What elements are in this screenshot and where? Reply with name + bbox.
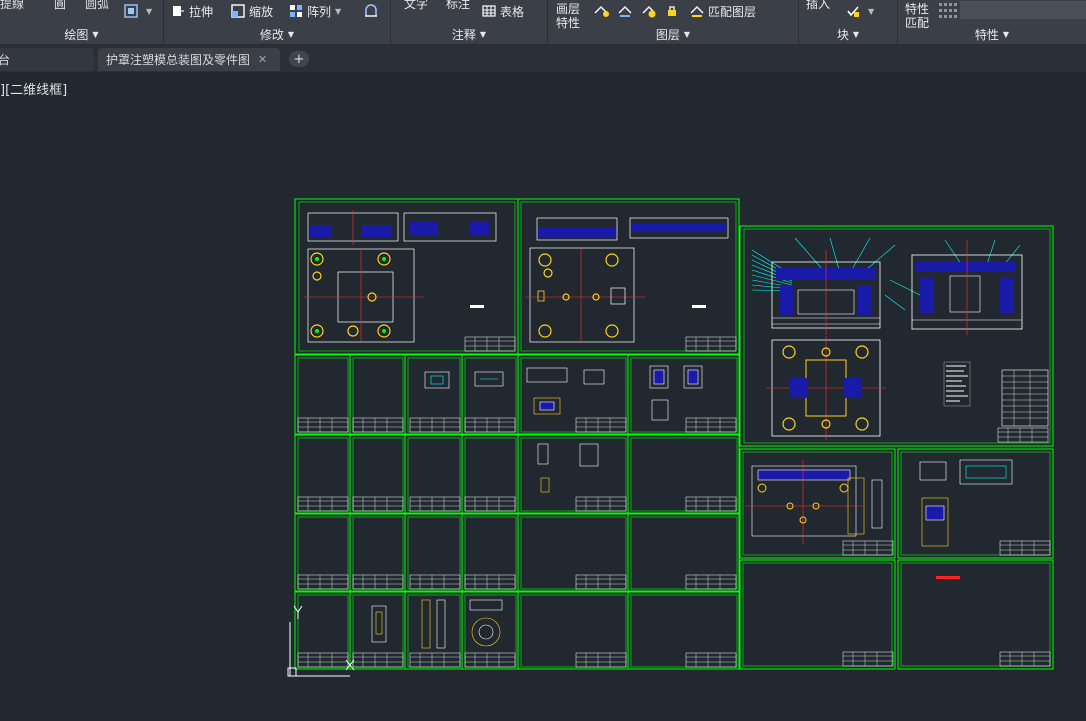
viewport-label[interactable]: ][二维线框] [0, 79, 67, 98]
document-tab-bar: 台 护罩注塑模总装图及零件图 ✕ + [0, 45, 1086, 72]
table-icon [482, 5, 496, 17]
match-layer-label: 匹配图层 [708, 4, 757, 19]
panel-annotate-label: 注释 [451, 27, 476, 42]
match-layer-button[interactable]: 匹配图层 [690, 2, 756, 20]
tab-drawing[interactable]: 护罩注塑模总装图及零件图 ✕ [98, 48, 280, 71]
panel-layers[interactable]: 图层 ▼ [548, 25, 799, 43]
assembly-sheet-detail [751, 237, 1049, 440]
panel-block-label: 块 [836, 27, 849, 42]
array-icon [290, 5, 302, 17]
panel-annotate[interactable]: 注释 ▼ [391, 25, 548, 43]
text-button[interactable]: 文字 [404, 0, 428, 12]
match-props-line1: 特性 [905, 2, 930, 16]
property-dropdown[interactable] [960, 1, 1086, 19]
scale-icon [231, 4, 245, 18]
panel-layers-label: 图层 [655, 27, 680, 42]
panel-modify-label: 修改 [259, 27, 284, 42]
dimension-button[interactable]: 标注 [446, 0, 470, 12]
scale-label: 缩放 [249, 4, 274, 19]
array-button[interactable]: 阵列 ▼ [289, 2, 341, 20]
stretch-icon [173, 6, 184, 16]
arc-button[interactable]: 圆弧 [85, 0, 109, 12]
hatch-button[interactable]: ▼ [124, 2, 152, 20]
panel-draw-label: 绘图 [64, 27, 89, 42]
offset-icon [365, 4, 377, 17]
panel-block[interactable]: 块 ▼ [799, 25, 898, 43]
table-label: 表格 [500, 4, 525, 19]
close-icon[interactable]: ✕ [258, 53, 267, 66]
ribbon: 提線圓 圆弧 ▼ 拉伸 缩放 阵列▼ 文字 标注 表格 画层 特性 匹配图层 [0, 0, 1086, 45]
panel-properties-label: 特性 [974, 27, 999, 42]
stretch-label: 拉伸 [189, 4, 214, 19]
plus-icon: + [293, 51, 305, 67]
model-space[interactable] [0, 0, 1086, 721]
block-edit-icon [847, 6, 859, 17]
new-tab-button[interactable]: + [289, 51, 309, 67]
match-layer-icon [690, 6, 704, 17]
array-label: 阵列 [307, 4, 332, 19]
title-blocks [297, 336, 1051, 668]
tab-drawing-label: 护罩注塑模总装图及零件图 [106, 53, 251, 67]
hatch-icon [124, 4, 138, 18]
stretch-button[interactable]: 拉伸 [171, 2, 213, 20]
layer-tool-icons [594, 6, 676, 18]
panel-properties[interactable]: 特性 ▼ [898, 25, 1086, 43]
block-tools[interactable]: ▼ [846, 2, 874, 20]
offset-button[interactable] [364, 2, 382, 20]
sheet1-detail [304, 210, 497, 343]
polyline-button[interactable]: 提線圓 [0, 0, 66, 12]
ucs-icon [287, 605, 355, 677]
sheet-grid [294, 198, 1054, 670]
layer-tools[interactable] [594, 2, 686, 20]
properties-grid-icon[interactable] [938, 1, 958, 19]
sheet2-detail [525, 217, 729, 343]
table-button[interactable]: 表格 [482, 2, 524, 20]
panel-draw[interactable]: 绘图 ▼ [0, 25, 164, 43]
panel-modify[interactable]: 修改 ▼ [164, 25, 391, 43]
red-note-label [936, 576, 960, 579]
tab-start-label: 台 [0, 53, 11, 67]
scale-button[interactable]: 缩放 [231, 2, 273, 20]
layer-properties-line1: 画层 [556, 2, 581, 16]
part-sheet-details [371, 365, 1013, 649]
insert-button[interactable]: 插入 [806, 0, 830, 12]
tab-start[interactable]: 台 [0, 48, 94, 71]
